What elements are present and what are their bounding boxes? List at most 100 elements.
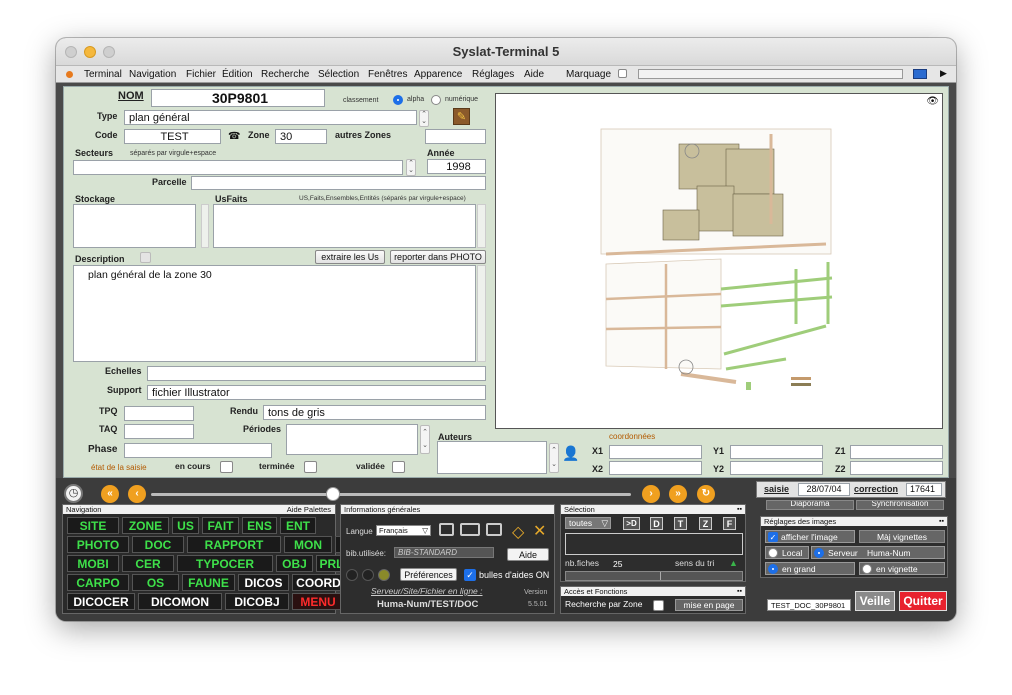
tpq-field[interactable] [124,406,194,421]
window-icon[interactable] [439,523,454,536]
serveur-link[interactable]: Serveur/Site/Fichier en ligne : [371,586,483,596]
recherche-zone-checkbox[interactable] [653,600,664,611]
menu-fenetres[interactable]: Fenêtres [368,69,407,80]
en-vignette-option[interactable]: en vignette [859,562,945,575]
goto-d-button[interactable]: >D [623,517,640,530]
validee-checkbox[interactable] [392,461,405,473]
nav-button-dicocer[interactable]: DICOCER [67,593,135,610]
menu-apparence[interactable]: Apparence [414,69,462,80]
code-field[interactable]: TEST [124,129,221,144]
panel-toggle-icon[interactable]: ▪▪ [737,587,742,596]
minimize-icon[interactable] [486,523,502,536]
reporter-photo-button[interactable]: reporter dans PHOTO [390,250,486,264]
nav-button-doc[interactable]: DOC [132,536,184,553]
serveur-radio[interactable] [814,548,824,558]
type-field[interactable]: plan général [124,110,417,125]
nav-button-dicos[interactable]: DICOS [238,574,289,591]
local-option[interactable]: Local [765,546,809,559]
play-arrow-icon[interactable]: ▶ [940,68,947,79]
f-button[interactable]: F [723,517,736,530]
menu-edition[interactable]: Édition [222,69,253,80]
nav-button-ent[interactable]: ENT [280,517,316,534]
stockage-field[interactable] [73,204,196,248]
nav-button-photo[interactable]: PHOTO [67,536,129,553]
nav-button-coord[interactable]: COORD [292,574,345,591]
veille-button[interactable]: Veille [855,591,895,611]
menu-reglages[interactable]: Réglages [472,69,514,80]
nav-button-typocer[interactable]: TYPOCER [177,555,273,572]
record-slider-thumb[interactable] [326,487,341,501]
numerique-radio[interactable] [431,95,441,105]
nav-button-fait[interactable]: FAIT [202,517,239,534]
usfaits-field[interactable] [213,204,476,248]
menu-fichier[interactable]: Fichier [186,69,216,80]
en-vignette-radio[interactable] [862,564,872,574]
sort-arrow-icon[interactable]: ▲ [729,558,738,568]
record-slider-track[interactable] [151,493,631,496]
synchronisation-button[interactable]: Synchronisation [856,500,944,510]
last-record-button[interactable]: » [669,485,687,503]
description-scrollbar[interactable] [477,265,486,362]
maj-vignettes-button[interactable]: Màj vignettes [859,530,945,543]
image-preview[interactable]: 👁 [495,93,943,429]
saisie-date-field[interactable]: 28/07/04 [798,483,850,496]
aide-button[interactable]: Aide [507,548,549,561]
description-field[interactable]: plan général de la zone 30 [73,265,476,362]
nav-button-mon[interactable]: MON [284,536,332,553]
nav-button-menu[interactable]: MENU [292,593,344,610]
z1-field[interactable] [850,445,943,459]
panel-toggle-icon[interactable]: ▪▪ [737,505,742,514]
quitter-button[interactable]: Quitter [899,591,947,611]
bulles-checkbox[interactable]: ✓ [464,569,476,581]
duplicate-window-icon[interactable] [460,523,480,536]
menu-aide[interactable]: Aide [524,69,544,80]
periodes-stepper[interactable]: ⌃ ⌄ [420,425,430,454]
afficher-image-checkbox[interactable]: ✓ [768,532,778,542]
stockage-scrollbar[interactable] [201,204,209,248]
terminee-checkbox[interactable] [304,461,317,473]
autres-zones-field[interactable] [425,129,486,144]
nom-field[interactable]: 30P9801 [151,89,325,107]
taq-field[interactable] [124,424,194,439]
z-button[interactable]: Z [699,517,712,530]
nav-button-us[interactable]: US [172,517,199,534]
parcelle-field[interactable] [191,176,486,190]
en-cours-checkbox[interactable] [220,461,233,473]
nav-button-dicomon[interactable]: DICOMON [138,593,222,610]
selection-list[interactable] [565,533,743,555]
secteurs-stepper[interactable]: ⌃ ⌄ [406,159,416,176]
x1-field[interactable] [609,445,702,459]
preferences-button[interactable]: Préférences [400,568,457,581]
first-record-button[interactable]: « [101,485,119,503]
x2-field[interactable] [609,461,702,475]
correction-field[interactable]: 17641 [906,483,942,496]
move-icon[interactable]: ◇ [512,522,524,542]
d-button[interactable]: D [650,517,663,530]
en-grand-option[interactable]: en grand [765,562,855,575]
support-field[interactable]: fichier Illustrator [147,385,486,400]
echelles-field[interactable] [147,366,486,381]
description-checkbox[interactable] [140,252,151,263]
nav-button-zone[interactable]: ZONE [122,517,169,534]
nav-button-obj[interactable]: OBJ [276,555,313,572]
annee-field[interactable]: 1998 [427,159,486,174]
screen-icon[interactable] [913,69,927,79]
nav-button-rapport[interactable]: RAPPORT [187,536,281,553]
serveur-option[interactable]: Serveur Huma-Num [811,546,945,559]
menu-selection[interactable]: Sélection [318,69,359,80]
y2-field[interactable] [730,461,823,475]
z2-field[interactable] [850,461,943,475]
alpha-radio[interactable] [393,95,403,105]
extraire-us-button[interactable]: extraire les Us [315,250,385,264]
t-button[interactable]: T [674,517,687,530]
langue-select[interactable]: Français ▽ [376,525,431,536]
menu-recherche[interactable]: Recherche [261,69,309,80]
nav-button-dicobj[interactable]: DICOBJ [225,593,289,610]
nav-button-site[interactable]: SITE [67,517,119,534]
nav-button-mobi[interactable]: MOBI [67,555,119,572]
diaporama-button[interactable]: Diaporama [766,500,854,510]
menu-navigation[interactable]: Navigation [129,69,176,80]
y1-field[interactable] [730,445,823,459]
usfaits-scrollbar[interactable] [477,204,486,248]
nav-button-carpo[interactable]: CARPO [67,574,129,591]
